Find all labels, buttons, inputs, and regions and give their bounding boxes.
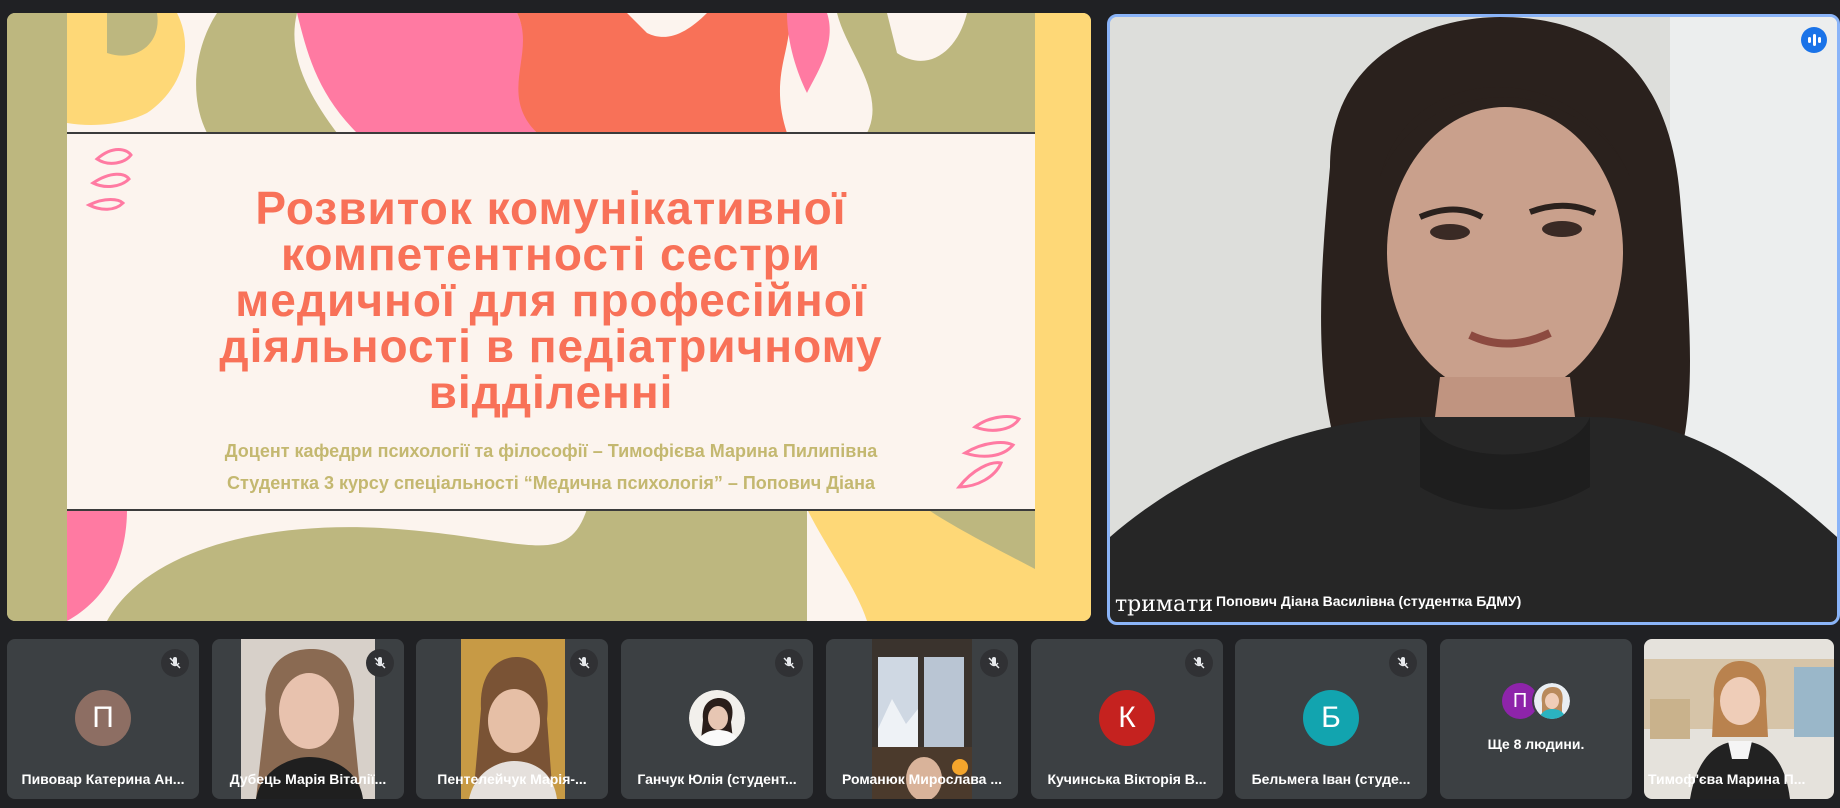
slide-right-strip: [1035, 13, 1091, 621]
participant-name: Романюк Мирослава ...: [841, 771, 1003, 787]
slide-title-line: компетентності сестри: [280, 228, 822, 280]
speaker-name: Попович Діана Василівна (студентка БДМУ): [1216, 593, 1522, 609]
active-speaker-tile[interactable]: тримати Попович Діана Василівна (студент…: [1107, 14, 1840, 625]
participant-name: Бельмега Іван (студе...: [1251, 771, 1411, 787]
slide-title-line: діяльності в педіатричному: [219, 320, 883, 372]
participant-name: Кучинська Вікторія В...: [1047, 771, 1207, 787]
mic-off-icon: [366, 649, 394, 677]
slide-canvas: Розвиток комунікативної компетентності с…: [67, 13, 1035, 621]
avatar: Б: [1303, 690, 1359, 746]
participant-tile[interactable]: Дубець Марія Віталії...: [212, 639, 404, 799]
participant-name: Ганчук Юлія (студент...: [637, 771, 797, 787]
slide-bottom-decoration: [67, 509, 1035, 621]
participant-photo-avatar: [1532, 681, 1572, 721]
mic-off-icon: [1389, 649, 1417, 677]
more-participants-tile[interactable]: П Ще 8 людини.: [1440, 639, 1632, 799]
participant-tile[interactable]: К Кучинська Вікторія В...: [1031, 639, 1223, 799]
mic-off-icon: [1185, 649, 1213, 677]
speaker-video: [1110, 17, 1837, 622]
participant-tile[interactable]: Б Бельмега Іван (студе...: [1235, 639, 1427, 799]
participant-tile[interactable]: Ганчук Юлія (студент...: [621, 639, 813, 799]
slide-title: Розвиток комунікативної компетентності с…: [127, 185, 975, 415]
participant-name: Пентелейчук Марія-...: [437, 771, 587, 787]
speaking-indicator-icon: [1801, 27, 1827, 53]
self-view-tile[interactable]: Тимоф'єва Марина П...: [1644, 639, 1834, 799]
mic-off-icon: [980, 649, 1008, 677]
participant-name: Пивовар Катерина Ан...: [21, 771, 185, 787]
mic-off-icon: [570, 649, 598, 677]
participant-tile[interactable]: П Пивовар Катерина Ан...: [7, 639, 199, 799]
slide-title-line: Розвиток комунікативної: [255, 182, 847, 234]
mic-off-icon: [775, 649, 803, 677]
slide-title-line: медичної для професійної: [235, 274, 867, 326]
mic-off-icon: [161, 649, 189, 677]
more-participants-label: Ще 8 людини.: [1487, 736, 1585, 752]
slide-title-line: відділенні: [428, 366, 674, 418]
slide-subtitle-student: Студентка 3 курсу спеціальності “Медична…: [227, 473, 875, 493]
avatar: П: [75, 690, 131, 746]
slide-divider-bottom: [67, 509, 1035, 511]
presentation-tile[interactable]: Розвиток комунікативної компетентності с…: [7, 13, 1091, 621]
self-name: Тимоф'єва Марина П...: [1648, 771, 1806, 787]
slide-subtitle-lecturer: Доцент кафедри психології та філософії –…: [224, 441, 878, 461]
speaker-overlay-text: тримати: [1115, 592, 1213, 617]
participant-tile[interactable]: Пентелейчук Марія-...: [416, 639, 608, 799]
participant-tile[interactable]: Романюк Мирослава ...: [826, 639, 1018, 799]
slide-top-decoration: [67, 13, 1035, 133]
slide-left-strip: [7, 13, 67, 621]
participant-name: Дубець Марія Віталії...: [229, 771, 387, 787]
avatar: К: [1099, 690, 1155, 746]
slide-divider-top: [67, 132, 1035, 134]
participant-photo-avatar: [689, 690, 745, 746]
